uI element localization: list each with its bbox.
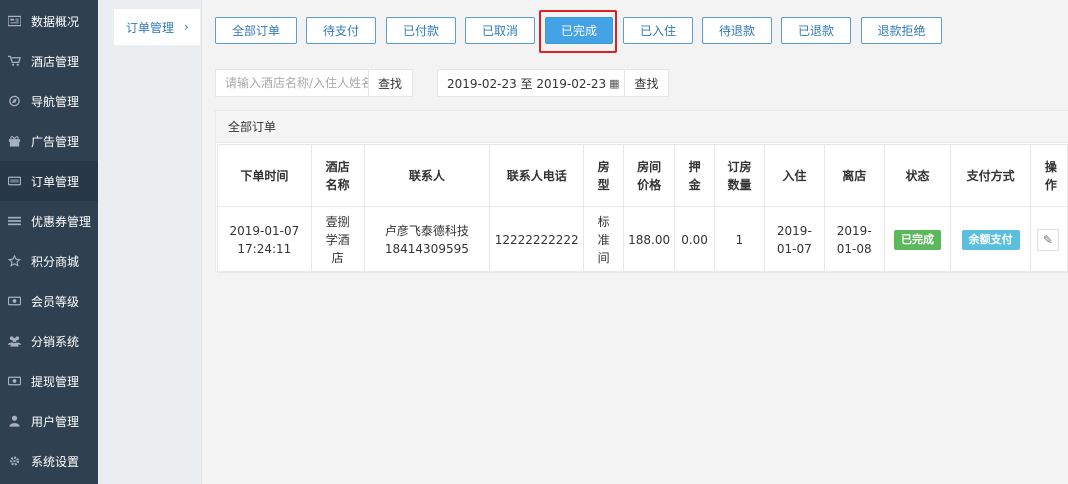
cell-checkin: 2019-01-07 — [763, 206, 825, 273]
nav-label: 导航管理 — [31, 94, 80, 109]
th-room-price: 房间价格 — [623, 144, 676, 207]
main-sidebar: 数据概况 酒店管理 导航管理 广告管理 订单管理 优惠券管理 积分商城 会员等级… — [0, 0, 98, 484]
nav-item-orders[interactable]: 订单管理 — [0, 161, 98, 201]
filter-refund-rejected-button[interactable]: 退款拒绝 — [861, 17, 942, 44]
nav-label: 用户管理 — [31, 414, 80, 429]
nav-label: 数据概况 — [31, 14, 80, 29]
contact-mobile: 18414309595 — [384, 241, 469, 256]
star-icon — [7, 255, 21, 267]
cell-payment: 余额支付 — [950, 206, 1031, 273]
panel-title: 全部订单 — [216, 111, 1068, 143]
cell-order-time: 2019-01-07 17:24:11 — [217, 206, 312, 273]
nav-item-dashboard[interactable]: 数据概况 — [0, 1, 98, 41]
status-badge: 已完成 — [894, 229, 941, 250]
subnav-label: 订单管理 — [126, 20, 175, 35]
th-payment: 支付方式 — [950, 144, 1031, 207]
orders-panel: 全部订单 下单时间 酒店名称 联系人 联系人电话 房型 房间价格 押金 订房数量… — [215, 110, 1068, 273]
nav-label: 积分商城 — [31, 254, 80, 269]
users-icon — [7, 335, 21, 347]
cell-quantity: 1 — [714, 206, 765, 273]
filter-all-button[interactable]: 全部订单 — [215, 17, 297, 44]
nav-item-settings[interactable]: 系统设置 — [0, 441, 98, 481]
cell-deposit: 0.00 — [674, 206, 716, 273]
cell-phone: 12222222222 — [489, 206, 585, 273]
filter-paid-button[interactable]: 已付款 — [386, 17, 456, 44]
nav-label: 优惠券管理 — [31, 214, 92, 229]
pencil-icon: ✎ — [1042, 232, 1053, 247]
cash-icon — [7, 375, 21, 387]
table-header-row: 下单时间 酒店名称 联系人 联系人电话 房型 房间价格 押金 订房数量 入住 离… — [217, 144, 1068, 207]
cart-icon — [7, 55, 21, 67]
nav-label: 提现管理 — [31, 374, 80, 389]
money-icon — [7, 295, 21, 307]
compass-icon — [7, 95, 21, 107]
th-hotel-name: 酒店名称 — [310, 144, 365, 207]
cell-actions: ✎ — [1029, 206, 1068, 273]
nav-label: 酒店管理 — [31, 54, 80, 69]
subnav-item-orders[interactable]: 订单管理 › — [114, 9, 200, 45]
nav-item-navigation[interactable]: 导航管理 — [0, 81, 98, 121]
search-button[interactable]: 查找 — [368, 70, 412, 96]
filter-checked-in-button[interactable]: 已入住 — [623, 17, 693, 44]
filter-pending-payment-button[interactable]: 待支付 — [306, 17, 376, 44]
date-search-button[interactable]: 查找 — [624, 70, 668, 96]
gift-icon — [7, 135, 21, 147]
nav-item-coupons[interactable]: 优惠券管理 — [0, 201, 98, 241]
th-phone: 联系人电话 — [489, 144, 585, 207]
cell-room-type: 标准间 — [583, 206, 625, 273]
nav-label: 广告管理 — [31, 134, 80, 149]
list-icon — [7, 215, 21, 227]
th-status: 状态 — [883, 144, 952, 207]
sub-sidebar: 订单管理 › — [98, 0, 202, 484]
nav-item-member-levels[interactable]: 会员等级 — [0, 281, 98, 321]
order-clock: 17:24:11 — [237, 241, 292, 256]
chevron-right-icon: › — [184, 20, 189, 34]
contact-name: 卢彦飞泰德科技 — [384, 223, 469, 238]
gear-icon — [7, 455, 21, 467]
date-range-input[interactable]: 2019-02-23 至 2019-02-23 ▦ — [438, 75, 624, 92]
filter-cancelled-button[interactable]: 已取消 — [465, 17, 535, 44]
nav-item-ads[interactable]: 广告管理 — [0, 121, 98, 161]
th-actions: 操作 — [1029, 144, 1068, 207]
th-contact: 联系人 — [363, 144, 491, 207]
cell-hotel-name: 壹捌学酒店 — [310, 206, 365, 273]
table-row: 2019-01-07 17:24:11 壹捌学酒店 卢彦飞泰德科技 184143… — [217, 206, 1068, 273]
nav-item-users[interactable]: 用户管理 — [0, 401, 98, 441]
cell-price: 188.00 — [623, 206, 676, 273]
nav-label: 会员等级 — [31, 294, 80, 309]
nav-label: 分销系统 — [31, 334, 80, 349]
cell-status: 已完成 — [883, 206, 952, 273]
search-group: 查找 — [215, 69, 413, 97]
nav-item-withdrawal[interactable]: 提现管理 — [0, 361, 98, 401]
nav-label: 订单管理 — [31, 174, 80, 189]
nav-item-hotel[interactable]: 酒店管理 — [0, 41, 98, 81]
user-icon — [7, 415, 21, 427]
date-range-group: 2019-02-23 至 2019-02-23 ▦ 查找 — [437, 69, 669, 97]
filter-pending-refund-button[interactable]: 待退款 — [702, 17, 772, 44]
date-range-value: 2019-02-23 至 2019-02-23 — [447, 76, 607, 91]
nav-item-distribution[interactable]: 分销系统 — [0, 321, 98, 361]
search-input[interactable] — [216, 70, 368, 96]
filter-refunded-button[interactable]: 已退款 — [781, 17, 851, 44]
th-deposit: 押金 — [674, 144, 716, 207]
order-date: 2019-01-07 — [229, 223, 300, 238]
cell-checkout: 2019-01-08 — [823, 206, 885, 273]
th-checkin: 入住 — [763, 144, 825, 207]
calendar-icon: ▦ — [609, 76, 620, 90]
th-order-time: 下单时间 — [217, 144, 312, 207]
hdd-icon — [7, 175, 21, 187]
nav-item-points-mall[interactable]: 积分商城 — [0, 241, 98, 281]
payment-badge: 余额支付 — [961, 229, 1020, 250]
th-room-type: 房型 — [583, 144, 625, 207]
cell-contact: 卢彦飞泰德科技 18414309595 — [363, 206, 491, 273]
filter-completed-button[interactable]: 已完成 — [545, 17, 613, 44]
nav-label: 系统设置 — [31, 454, 80, 469]
dashboard-icon — [7, 15, 21, 27]
th-quantity: 订房数量 — [714, 144, 765, 207]
edit-button[interactable]: ✎ — [1036, 228, 1059, 251]
th-checkout: 离店 — [823, 144, 885, 207]
orders-table: 下单时间 酒店名称 联系人 联系人电话 房型 房间价格 押金 订房数量 入住 离… — [217, 144, 1068, 273]
